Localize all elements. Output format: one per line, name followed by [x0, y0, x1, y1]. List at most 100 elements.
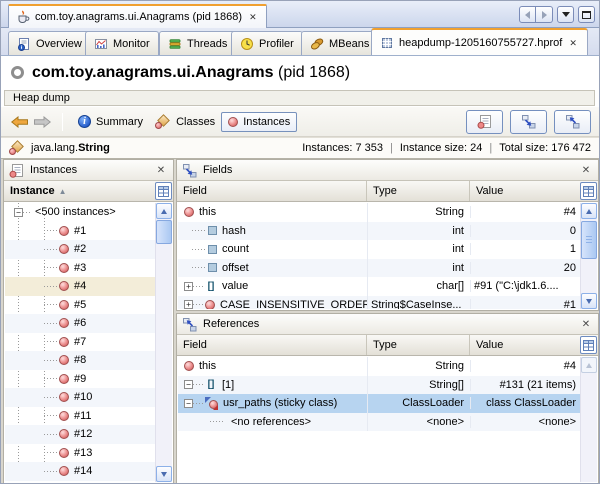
instance-list-item[interactable]: #12: [5, 425, 155, 444]
scroll-tabs-right-button[interactable]: [536, 6, 553, 23]
tab-profiler[interactable]: Profiler: [231, 31, 303, 55]
instance-list-item[interactable]: #3: [5, 259, 155, 278]
scroll-up-button[interactable]: [581, 357, 597, 373]
cell-value: <none>: [471, 416, 580, 428]
instance-list-item[interactable]: #14: [5, 462, 155, 481]
tree-line: [44, 267, 57, 268]
column-type[interactable]: Type: [367, 181, 470, 201]
instance-list-item[interactable]: #15: [5, 481, 155, 483]
scroll-up-button[interactable]: [581, 203, 597, 219]
instance-list-item[interactable]: #9: [5, 370, 155, 389]
table-row[interactable]: −usr_paths (sticky class)ClassLoaderclas…: [178, 394, 580, 413]
instance-list-item[interactable]: #11: [5, 407, 155, 426]
instance-list-item[interactable]: #7: [5, 333, 155, 352]
instance-label: #1: [74, 225, 86, 237]
expand-icon[interactable]: +: [184, 300, 193, 309]
close-icon[interactable]: ✕: [579, 165, 593, 176]
instance-label: #5: [74, 299, 86, 311]
column-value[interactable]: Value: [470, 181, 580, 201]
table-settings-button[interactable]: [155, 182, 172, 200]
fields-pane-icon: [182, 163, 197, 178]
close-icon[interactable]: ✕: [247, 12, 259, 22]
cell-value: class ClassLoader: [471, 397, 580, 409]
instance-label: #3: [74, 262, 86, 274]
table-row[interactable]: +[]valuechar[]#91 ("C:\jdk1.6....: [178, 277, 580, 296]
class-info-bar: java.lang.String Instances: 7 353 | Inst…: [1, 137, 599, 159]
table-row[interactable]: offsetint20: [178, 259, 580, 278]
instances-column-header[interactable]: Instance ▲: [4, 181, 173, 202]
fields-column-header[interactable]: Field Type Value: [177, 181, 598, 202]
column-type[interactable]: Type: [367, 335, 470, 355]
column-field[interactable]: Field: [177, 181, 367, 201]
tab-heapdump[interactable]: heapdump-1205160755727.hprof ✕: [371, 28, 588, 55]
panel-title: Fields: [203, 164, 232, 176]
instance-label: #4: [74, 280, 86, 292]
summary-view-button[interactable]: Summary: [72, 112, 149, 131]
tab-list-dropdown-button[interactable]: [557, 6, 574, 23]
table-row[interactable]: thisString#4: [178, 357, 580, 376]
close-icon[interactable]: ✕: [579, 319, 593, 330]
table-row[interactable]: countint1: [178, 240, 580, 259]
instance-icon: [59, 318, 69, 328]
table-settings-button[interactable]: [580, 182, 597, 200]
tab-threads[interactable]: Threads: [159, 31, 236, 55]
table-row[interactable]: thisString#4: [178, 203, 580, 222]
table-row[interactable]: <no references><none><none>: [178, 413, 580, 432]
table-settings-button[interactable]: [580, 336, 597, 354]
table-row[interactable]: +CASE_INSENSITIVE_ORDERString$CaseInse..…: [178, 296, 580, 310]
field-label: [1]: [222, 379, 234, 391]
table-row[interactable]: −[][1]String[]#131 (21 items): [178, 376, 580, 395]
cell-type: String$CaseInse...: [368, 299, 471, 309]
scroll-down-button[interactable]: [156, 466, 172, 482]
column-field[interactable]: Field: [177, 335, 367, 355]
fields-scrollbar[interactable]: [580, 203, 597, 309]
scroll-tabs-left-button[interactable]: [519, 6, 536, 23]
app-tab-anagrams[interactable]: com.toy.anagrams.ui.Anagrams (pid 1868) …: [8, 4, 267, 28]
tab-monitor[interactable]: Monitor: [85, 31, 159, 55]
tab-overview[interactable]: Overview: [8, 31, 91, 55]
cell-value: 0: [471, 225, 580, 237]
instance-list-item[interactable]: #4: [5, 277, 155, 296]
scroll-up-button[interactable]: [156, 203, 172, 219]
instance-list-item[interactable]: #1: [5, 222, 155, 241]
toggle-references-pane-button[interactable]: [554, 110, 591, 134]
maximize-button[interactable]: [578, 6, 595, 23]
table-row[interactable]: hashint0: [178, 222, 580, 241]
expand-icon[interactable]: +: [184, 282, 193, 291]
page-title: com.toy.anagrams.ui.Anagrams (pid 1868): [32, 64, 350, 82]
instance-label: #6: [74, 317, 86, 329]
fields-table-body: thisString#4hashint0countint1offsetint20…: [178, 203, 597, 309]
tree-item-root[interactable]: −<500 instances>: [5, 203, 155, 222]
collapse-icon[interactable]: −: [184, 380, 193, 389]
instance-list-item[interactable]: #13: [5, 444, 155, 463]
instances-scrollbar[interactable]: [155, 203, 172, 482]
instance-list-item[interactable]: #6: [5, 314, 155, 333]
instances-panel: Instances ✕ Instance ▲ −<500 instances>: [3, 159, 174, 484]
classes-view-button[interactable]: Classes: [149, 112, 221, 132]
table-grid-icon: [583, 186, 594, 197]
instance-icon: [59, 429, 69, 439]
cell-field: hash: [178, 222, 368, 241]
instance-list-item[interactable]: #10: [5, 388, 155, 407]
cell-field: offset: [178, 259, 368, 278]
toggle-fields-pane-button[interactable]: [510, 110, 547, 134]
references-column-header[interactable]: Field Type Value: [177, 335, 598, 356]
scrollbar-thumb[interactable]: [156, 220, 172, 244]
toggle-instances-pane-button[interactable]: [466, 110, 503, 134]
instance-list-item[interactable]: #8: [5, 351, 155, 370]
scroll-down-button[interactable]: [581, 293, 597, 309]
tab-mbeans[interactable]: MBeans: [301, 31, 378, 55]
instance-list-item[interactable]: #2: [5, 240, 155, 259]
references-scrollbar[interactable]: [580, 357, 597, 482]
column-value[interactable]: Value: [470, 335, 580, 355]
instance-list-item[interactable]: #5: [5, 296, 155, 315]
back-button[interactable]: [9, 114, 31, 130]
scrollbar-thumb[interactable]: [581, 221, 597, 259]
close-icon[interactable]: ✕: [154, 165, 168, 176]
collapse-icon[interactable]: −: [184, 399, 193, 408]
instances-view-button[interactable]: Instances: [221, 112, 297, 132]
close-icon[interactable]: ✕: [567, 38, 579, 48]
instance-label: #7: [74, 336, 86, 348]
forward-button[interactable]: [31, 114, 53, 130]
collapse-icon[interactable]: −: [14, 208, 23, 217]
